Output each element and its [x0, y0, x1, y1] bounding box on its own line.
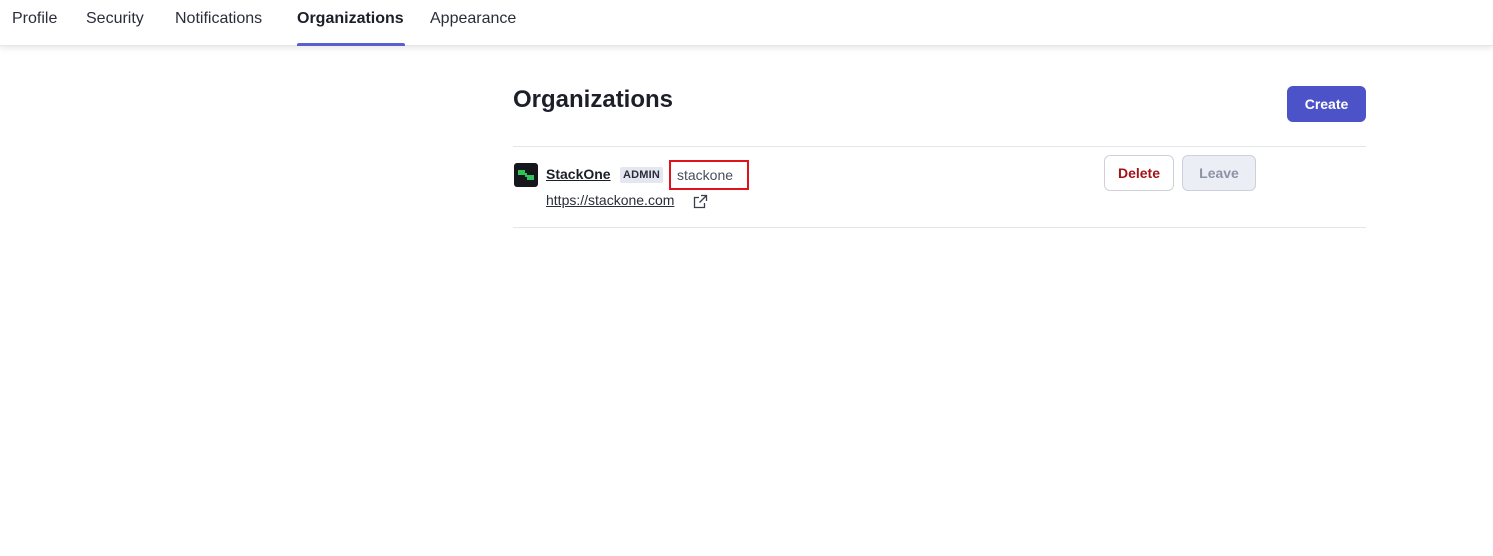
organization-slug: stackone [677, 167, 734, 183]
tab-profile[interactable]: Profile [12, 9, 57, 46]
stackone-logo-icon [514, 163, 538, 187]
page-title: Organizations [513, 86, 674, 113]
organization-name-link[interactable]: StackOne [546, 166, 611, 182]
leave-organization-button[interactable]: Leave [1182, 155, 1256, 191]
delete-button-label: Delete [1117, 165, 1161, 181]
tab-notifications-label: Notifications [175, 10, 263, 27]
delete-organization-button[interactable]: Delete [1104, 155, 1174, 191]
tab-profile-label: Profile [12, 10, 58, 27]
tab-appearance[interactable]: Appearance [430, 9, 516, 46]
role-badge: ADMIN [620, 167, 664, 183]
external-link-icon[interactable] [693, 194, 708, 209]
list-bottom-divider [513, 227, 1366, 228]
tab-notifications[interactable]: Notifications [175, 9, 262, 46]
settings-tab-bar: Profile Security Notifications Organizat… [0, 0, 1493, 46]
tab-security[interactable]: Security [86, 9, 144, 46]
list-top-divider [513, 146, 1366, 147]
create-organization-button[interactable]: Create [1287, 86, 1366, 122]
organization-url-link[interactable]: https://stackone.com [546, 192, 674, 208]
tab-organizations[interactable]: Organizations [297, 9, 405, 46]
tab-appearance-label: Appearance [430, 10, 517, 27]
create-button-label: Create [1304, 96, 1349, 112]
tab-organizations-label: Organizations [297, 10, 404, 27]
tab-security-label: Security [86, 10, 144, 27]
active-tab-indicator [297, 43, 405, 46]
leave-button-label: Leave [1199, 165, 1239, 181]
